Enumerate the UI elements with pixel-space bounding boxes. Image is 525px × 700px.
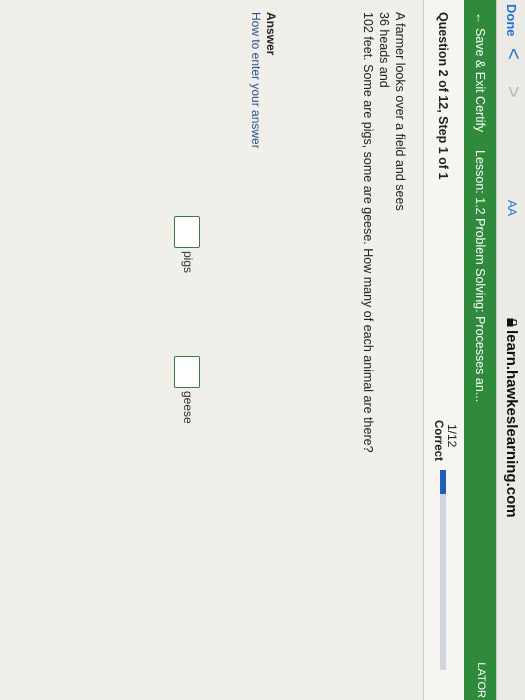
progress-fill [440,470,446,494]
problem-line: A farmer looks over a field and sees [393,12,407,211]
question-title: Question 2 of 12, Step 1 of 1 [436,12,450,180]
progress-count: 1/12 [445,424,459,448]
done-button[interactable]: Done [504,4,519,37]
answer-label: Answer [264,12,278,56]
browser-toolbar: Done < > AA learn.hawkeslearning.com [496,0,525,700]
geese-label: geese [181,391,195,424]
pigs-label: pigs [181,251,195,274]
forward-button[interactable]: > [502,86,524,98]
calculator-button[interactable]: LATOR [475,662,487,698]
save-exit-button[interactable]: ← Save & Exit Certify [473,12,487,132]
problem-text: A farmer looks over a field and sees 36 … [360,12,408,453]
lesson-bar: ← Save & Exit Certify Lesson: 1.2 Proble… [464,0,496,700]
geese-input[interactable] [174,356,200,388]
progress-bar [440,470,446,670]
text-size-button[interactable]: AA [505,200,519,216]
lock-icon [507,318,517,327]
progress-label: Correct [432,420,444,461]
how-to-enter-link[interactable]: How to enter your answer [249,12,263,149]
problem-line: 102 feet. Some are pigs, some are geese.… [361,12,375,453]
browser-screen: Done < > AA learn.hawkeslearning.com ← S… [0,0,525,700]
question-header: Question 2 of 12, Step 1 of 1 1/12 Corre… [423,0,464,700]
pigs-input[interactable] [174,216,200,248]
lesson-title: Lesson: 1.2 Problem Solving: Processes a… [473,150,487,403]
back-button[interactable]: < [502,48,524,60]
address-bar[interactable]: learn.hawkeslearning.com [503,330,520,518]
problem-line: 36 heads and [377,12,391,88]
